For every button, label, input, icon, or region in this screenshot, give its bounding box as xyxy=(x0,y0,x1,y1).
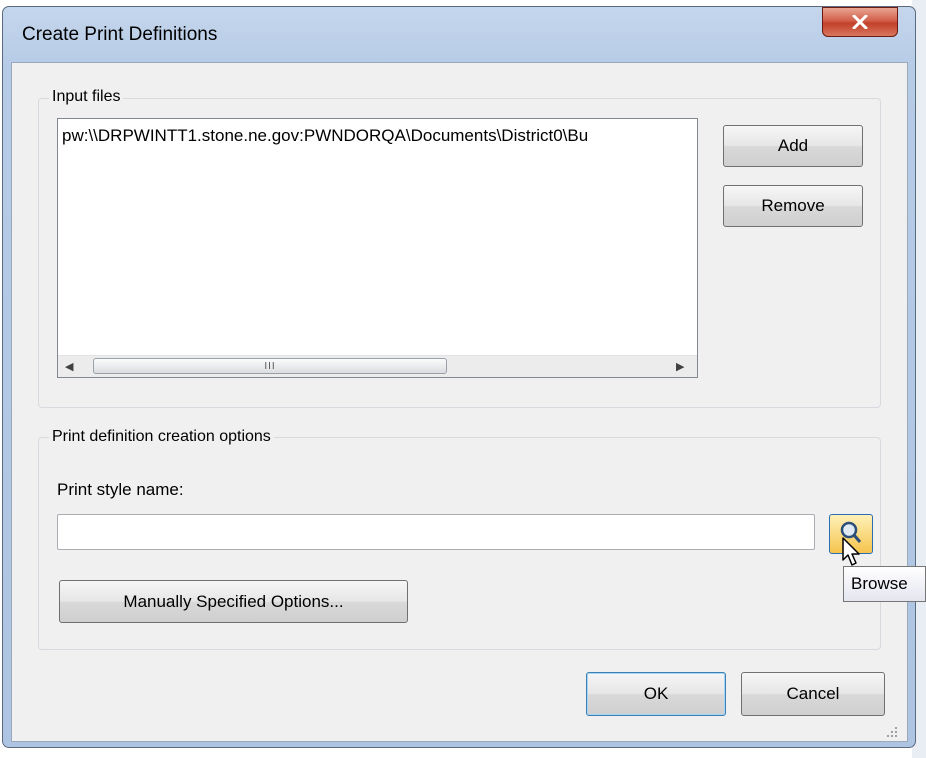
close-icon xyxy=(852,15,868,29)
list-item[interactable]: pw:\\DRPWINTT1.stone.ne.gov:PWNDORQA\Doc… xyxy=(62,126,692,146)
close-button[interactable] xyxy=(822,7,898,37)
scrollbar-grip: III xyxy=(264,360,276,372)
creation-options-legend: Print definition creation options xyxy=(49,428,274,446)
pointer-cursor-icon xyxy=(842,537,860,566)
browse-tooltip: Browse xyxy=(843,566,926,602)
input-files-legend: Input files xyxy=(49,88,124,106)
ok-button[interactable]: OK xyxy=(586,672,726,716)
print-style-label: Print style name: xyxy=(57,480,184,499)
scroll-left-arrow-icon[interactable]: ◀ xyxy=(65,360,73,373)
cancel-button[interactable]: Cancel xyxy=(741,672,885,716)
window-title: Create Print Definitions xyxy=(22,24,218,45)
scroll-right-arrow-icon[interactable]: ▶ xyxy=(676,360,684,373)
resize-grip-icon[interactable] xyxy=(880,724,900,742)
add-button[interactable]: Add xyxy=(723,125,863,167)
input-files-list[interactable] xyxy=(57,118,698,378)
remove-button[interactable]: Remove xyxy=(723,185,863,227)
scrollbar-thumb[interactable]: III xyxy=(93,358,447,374)
print-style-input[interactable] xyxy=(57,514,815,550)
manually-specified-options-button[interactable]: Manually Specified Options... xyxy=(59,580,408,623)
